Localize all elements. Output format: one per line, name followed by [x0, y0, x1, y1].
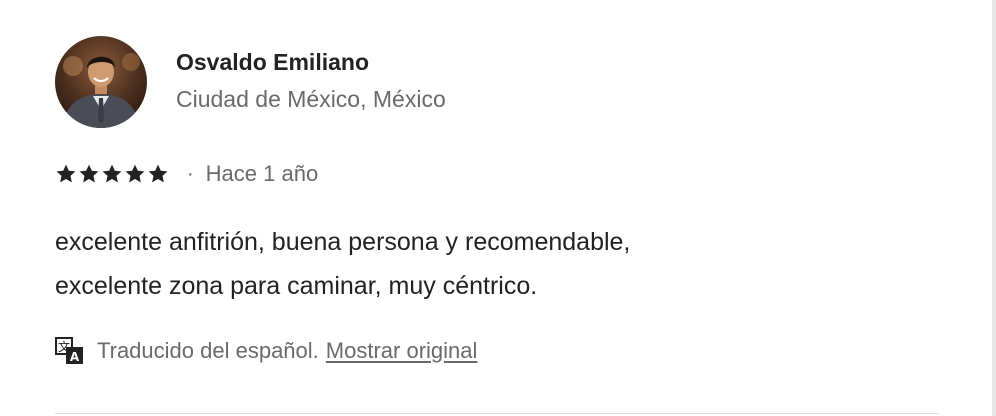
star-icon — [148, 164, 168, 183]
reviewer-location: Ciudad de México, México — [176, 86, 446, 112]
star-rating — [55, 163, 169, 185]
separator-dot: · — [187, 162, 194, 185]
rating-row: · Hace 1 año — [55, 160, 318, 188]
star-icon — [102, 164, 122, 183]
avatar-photo — [55, 36, 147, 128]
review-card: Osvaldo Emiliano Ciudad de México, Méxic… — [0, 0, 996, 416]
show-original-link[interactable]: Mostrar original — [326, 338, 478, 364]
divider — [55, 413, 939, 414]
review-date: Hace 1 año — [205, 161, 319, 186]
review-text-line: excelente zona para caminar, muy céntric… — [55, 272, 538, 300]
scroll-edge — [992, 0, 996, 416]
svg-text:A: A — [70, 350, 80, 364]
review-text: excelente anfitrión, buena persona y rec… — [55, 220, 935, 308]
review-text-line: excelente anfitrión, buena persona y rec… — [55, 228, 631, 256]
translation-note: Traducido del español. — [97, 338, 319, 363]
translation-row: 文 A Traducido del español. Mostrar origi… — [55, 336, 477, 366]
star-icon — [79, 164, 99, 183]
translate-icon: 文 A — [55, 337, 83, 364]
star-icon — [125, 164, 145, 183]
star-icon — [56, 164, 76, 183]
avatar[interactable] — [55, 36, 147, 128]
reviewer-name: Osvaldo Emiliano — [176, 49, 369, 75]
